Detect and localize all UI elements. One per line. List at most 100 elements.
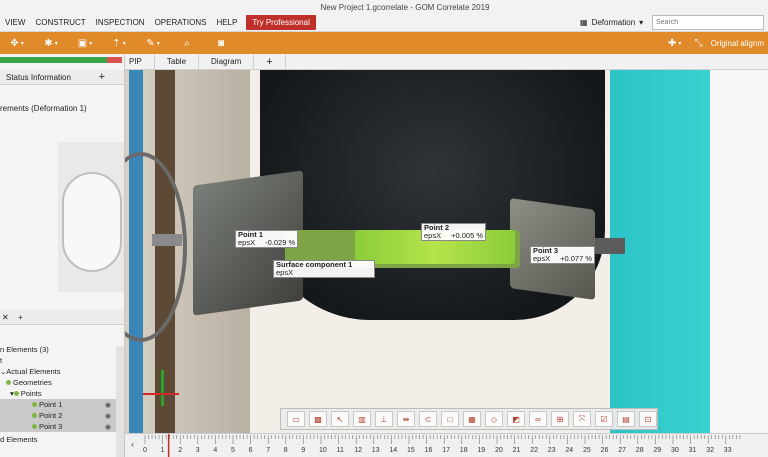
- tree-point-2[interactable]: Point 2 ◉: [0, 410, 124, 421]
- status-tab-row: Status Information +: [0, 70, 124, 85]
- tree-point-3[interactable]: Point 3 ◉: [0, 421, 124, 433]
- menu-operations[interactable]: OPERATIONS: [150, 18, 212, 27]
- backdrop-right: [710, 70, 768, 433]
- label-key: epsX: [424, 231, 442, 240]
- grid-icon: ▦: [468, 414, 476, 424]
- 3d-viewport[interactable]: Point 1 epsX -0.029 % Point 2 epsX +0.005 …: [125, 70, 768, 433]
- tab-table[interactable]: Table: [155, 53, 200, 70]
- timeline-label: 13: [371, 447, 380, 454]
- menu-view[interactable]: VIEW: [0, 18, 30, 27]
- timeline-label: 11: [336, 447, 344, 454]
- timeline-label: 31: [688, 447, 697, 454]
- rect-tool-button[interactable]: □: [441, 411, 459, 427]
- deformation-select[interactable]: ▦ Deformation ▾: [580, 15, 643, 30]
- alignment-label[interactable]: Original alignm: [711, 39, 768, 48]
- chevron-down-icon: ▾: [20, 40, 24, 47]
- polygon-tool-button[interactable]: ◇: [485, 411, 503, 427]
- stage-timeline[interactable]: ‹ 0 1 2 3 4 5 6 7 8 9 10 11 12 13 14 15 16 17 18 19 20 21 22 23…: [125, 433, 768, 457]
- inspect-tool-button[interactable]: ✎ ▾: [136, 32, 170, 54]
- bolt-left: [152, 234, 182, 246]
- fit-view-button[interactable]: ▭: [287, 411, 305, 427]
- menu-bar: VIEW CONSTRUCT INSPECTION OPERATIONS HEL…: [0, 14, 316, 31]
- check-tool-button[interactable]: ☑: [595, 411, 613, 427]
- transform-icon: ⤧: [578, 414, 586, 423]
- tree-label: Point 2: [39, 411, 63, 420]
- gauge-dial-image: [62, 172, 122, 272]
- snap-tool-button[interactable]: ✥ ▾: [0, 32, 34, 54]
- tree-point-1[interactable]: Point 1 ◉: [0, 399, 124, 410]
- point-tool-button[interactable]: ⊥: [375, 411, 393, 427]
- add-view-tab-icon[interactable]: +: [254, 53, 286, 70]
- tree-geometries[interactable]: Geometries: [0, 377, 124, 388]
- chart-tool-button[interactable]: ◩: [507, 411, 525, 427]
- timeline-label: 24: [565, 447, 574, 454]
- search-input[interactable]: [652, 15, 764, 30]
- tree-scrollbar[interactable]: [116, 346, 124, 457]
- timeline-label: 30: [671, 447, 679, 454]
- timeline-label: 27: [618, 447, 626, 454]
- alignment-icon-button[interactable]: ⤡: [687, 32, 711, 54]
- transform-tool-button[interactable]: ⤧: [573, 411, 591, 427]
- label-value: +0.005 %: [451, 231, 484, 240]
- timeline-label: 9: [301, 447, 306, 454]
- eye-icon[interactable]: ◉: [105, 422, 111, 433]
- settings-tool-button[interactable]: ✱ ▾: [34, 32, 68, 54]
- label-point-3[interactable]: Point 3 epsX +0.077 %: [530, 246, 596, 264]
- fit-icon: ▭: [292, 414, 300, 424]
- label-point-2[interactable]: Point 2 epsX +0.005 %: [421, 223, 487, 241]
- line-tool-button[interactable]: ⊂: [419, 411, 437, 427]
- cursor-icon: ↖: [336, 414, 344, 424]
- split-view-button[interactable]: ▥: [353, 411, 371, 427]
- rectangle-icon: □: [447, 414, 453, 424]
- menu-construct[interactable]: CONSTRUCT: [30, 18, 90, 27]
- tree-label: Point 1: [39, 400, 63, 409]
- timeline-label: 17: [442, 447, 450, 454]
- progress-bar: [0, 57, 122, 63]
- add-tab-icon[interactable]: +: [99, 71, 105, 83]
- label-point-1[interactable]: Point 1 epsX -0.029 %: [235, 230, 299, 248]
- close-icon[interactable]: ✕: [2, 313, 9, 322]
- try-professional-button[interactable]: Try Professional: [246, 15, 316, 30]
- tab-diagram[interactable]: Diagram: [199, 53, 255, 70]
- chevron-down-icon: ▾: [54, 40, 58, 47]
- window-title: New Project 1.gcorrelate - GOM Correlate…: [320, 3, 490, 12]
- tree-footer[interactable]: d Elements: [0, 434, 124, 445]
- tree-actual-elements[interactable]: ⌄Actual Elements: [0, 366, 124, 377]
- axis-y-icon: [161, 370, 164, 406]
- save-tool-button[interactable]: ▣ ▾: [68, 32, 102, 54]
- zoom-tool-button[interactable]: ⌕: [170, 32, 204, 54]
- image-mode-button[interactable]: ▩: [309, 411, 327, 427]
- timeline-label: 29: [653, 447, 662, 454]
- tree-points[interactable]: ▾ Points: [0, 388, 124, 399]
- add-tab-icon[interactable]: +: [18, 313, 23, 322]
- tab-status-information[interactable]: Status Information: [6, 73, 71, 82]
- menu-inspection[interactable]: INSPECTION: [91, 18, 150, 27]
- timeline-label: 1: [160, 447, 165, 454]
- timeline-label: 32: [706, 447, 714, 454]
- gear-icon: ✱: [44, 37, 53, 49]
- select-button[interactable]: ↖: [331, 411, 349, 427]
- menu-help[interactable]: HELP: [211, 18, 242, 27]
- view-options-button[interactable]: ⊡: [639, 411, 657, 427]
- save-icon: ▣: [77, 37, 88, 49]
- mesh-tool-button[interactable]: ⊞: [551, 411, 569, 427]
- tree-row-t[interactable]: t: [0, 355, 124, 366]
- grid-tool-button[interactable]: ▦: [463, 411, 481, 427]
- link-tool-button[interactable]: ∞: [529, 411, 547, 427]
- tree-root[interactable]: n Elements (3): [0, 344, 124, 355]
- add-button[interactable]: ✚ ▾: [663, 32, 687, 54]
- timeline-label: 8: [283, 447, 288, 454]
- bolt-right: [595, 238, 625, 254]
- layer-tool-button[interactable]: ▤: [617, 411, 635, 427]
- main-toolbar: ✥ ▾ ✱ ▾ ▣ ▾ ⇡ ▾ ✎ ▾ ⌕ ◙ ✚ ▾ ⤡ Original alignm: [0, 32, 768, 54]
- distance-tool-button[interactable]: ⇹: [397, 411, 415, 427]
- tab-pip[interactable]: PIP: [125, 53, 155, 70]
- camera-tool-button[interactable]: ◙: [204, 32, 238, 54]
- distance-icon: ⇹: [402, 414, 410, 424]
- label-key: epsX: [533, 254, 551, 263]
- axis-x-icon: [143, 393, 179, 395]
- tree-label: Points: [20, 389, 42, 398]
- timeline-cursor[interactable]: [167, 434, 170, 457]
- label-surface-component[interactable]: Surface component 1 epsX: [273, 260, 375, 278]
- export-tool-button[interactable]: ⇡ ▾: [102, 32, 136, 54]
